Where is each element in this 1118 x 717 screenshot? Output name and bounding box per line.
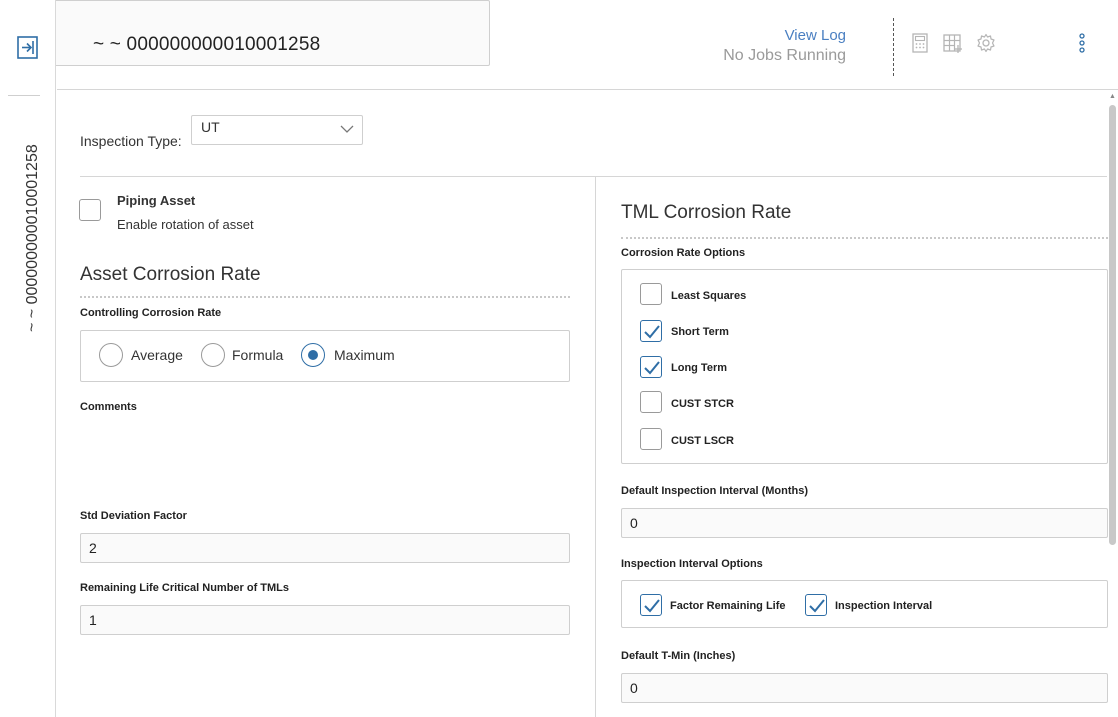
expand-panel-icon[interactable] bbox=[16, 34, 40, 62]
radio-formula-label[interactable]: Formula bbox=[232, 347, 283, 363]
inspection-type-value: UT bbox=[201, 119, 220, 135]
more-options-icon[interactable] bbox=[1077, 32, 1087, 54]
controlling-corrosion-rate-label: Controlling Corrosion Rate bbox=[80, 307, 222, 319]
checkmark-icon bbox=[809, 599, 825, 613]
rail-divider bbox=[8, 95, 40, 96]
chevron-down-icon bbox=[340, 125, 354, 133]
corrosion-rate-options-label: Corrosion Rate Options bbox=[621, 247, 746, 259]
checkmark-icon bbox=[644, 599, 660, 613]
piping-asset-title: Piping Asset bbox=[117, 193, 196, 208]
scroll-up-icon[interactable]: ▲ bbox=[1109, 93, 1116, 101]
rail-record-text: ~ ~ 000000000010001258 bbox=[24, 144, 41, 332]
inspection-type-label: Inspection Type: bbox=[80, 133, 182, 149]
remaining-life-critical-tmls-input[interactable]: 1 bbox=[80, 605, 570, 635]
remaining-life-critical-tmls-label: Remaining Life Critical Number of TMLs bbox=[80, 582, 290, 594]
inspection-interval-options-group: Factor Remaining Life Inspection Interva… bbox=[621, 580, 1108, 628]
default-tmin-input[interactable]: 0 bbox=[621, 673, 1108, 703]
std-deviation-factor-label: Std Deviation Factor bbox=[80, 510, 187, 522]
cust-stcr-checkbox[interactable] bbox=[640, 391, 662, 413]
add-grid-icon[interactable] bbox=[942, 32, 964, 54]
vertical-scrollbar[interactable]: ▲ bbox=[1107, 91, 1118, 717]
long-term-label: Long Term bbox=[671, 362, 728, 374]
default-inspection-interval-label: Default Inspection Interval (Months) bbox=[621, 485, 809, 497]
jobs-status-text: No Jobs Running bbox=[723, 47, 846, 64]
scroll-thumb[interactable] bbox=[1109, 105, 1116, 545]
long-term-checkbox[interactable] bbox=[640, 356, 662, 378]
page-header: ~ ~ 000000000010001258 View Log No Jobs … bbox=[57, 0, 1118, 90]
factor-remaining-life-label: Factor Remaining Life bbox=[670, 600, 786, 612]
cust-lscr-label: CUST LSCR bbox=[671, 435, 734, 447]
page-title: ~ ~ 000000000010001258 bbox=[93, 34, 321, 55]
view-log-link[interactable]: View Log bbox=[785, 27, 846, 44]
inspection-interval-checkbox[interactable] bbox=[805, 594, 827, 616]
factor-remaining-life-checkbox[interactable] bbox=[640, 594, 662, 616]
radio-maximum[interactable] bbox=[301, 343, 325, 367]
controlling-corrosion-rate-group: Average Formula Maximum bbox=[80, 330, 570, 382]
short-term-label: Short Term bbox=[671, 326, 729, 338]
gear-icon[interactable] bbox=[975, 32, 997, 54]
calculator-icon[interactable] bbox=[909, 32, 931, 54]
radio-formula[interactable] bbox=[201, 343, 225, 367]
radio-maximum-label[interactable]: Maximum bbox=[334, 347, 395, 363]
asset-corrosion-rate-rule bbox=[80, 296, 570, 298]
default-inspection-interval-input[interactable]: 0 bbox=[621, 508, 1108, 538]
default-tmin-label: Default T-Min (Inches) bbox=[621, 650, 736, 662]
cust-lscr-checkbox[interactable] bbox=[640, 428, 662, 450]
corrosion-rate-options-group: Least Squares Short Term Long Term CUST … bbox=[621, 269, 1108, 464]
header-divider bbox=[893, 18, 894, 76]
checkmark-icon bbox=[644, 361, 660, 375]
std-deviation-factor-input[interactable]: 2 bbox=[80, 533, 570, 563]
section-divider bbox=[80, 176, 1107, 177]
tml-corrosion-rate-rule bbox=[621, 237, 1108, 239]
asset-corrosion-rate-heading: Asset Corrosion Rate bbox=[80, 264, 261, 285]
left-rail: ~ ~ 000000000010001258 bbox=[0, 0, 56, 717]
radio-average-label[interactable]: Average bbox=[131, 347, 183, 363]
tml-corrosion-rate-heading: TML Corrosion Rate bbox=[621, 202, 792, 223]
radio-selected-dot bbox=[308, 350, 318, 360]
least-squares-checkbox[interactable] bbox=[640, 283, 662, 305]
inspection-type-select[interactable]: UT bbox=[191, 115, 363, 145]
piping-asset-checkbox[interactable] bbox=[79, 199, 101, 221]
piping-asset-description: Enable rotation of asset bbox=[117, 217, 254, 232]
inspection-interval-options-label: Inspection Interval Options bbox=[621, 558, 763, 570]
short-term-checkbox[interactable] bbox=[640, 320, 662, 342]
checkmark-icon bbox=[644, 325, 660, 339]
rail-record-label: ~ ~ 000000000010001258 bbox=[24, 118, 44, 338]
inspection-interval-label: Inspection Interval bbox=[835, 600, 933, 612]
radio-average[interactable] bbox=[99, 343, 123, 367]
column-divider bbox=[595, 177, 596, 717]
comments-label: Comments bbox=[80, 401, 137, 413]
cust-stcr-label: CUST STCR bbox=[671, 398, 734, 410]
least-squares-label: Least Squares bbox=[671, 290, 747, 302]
